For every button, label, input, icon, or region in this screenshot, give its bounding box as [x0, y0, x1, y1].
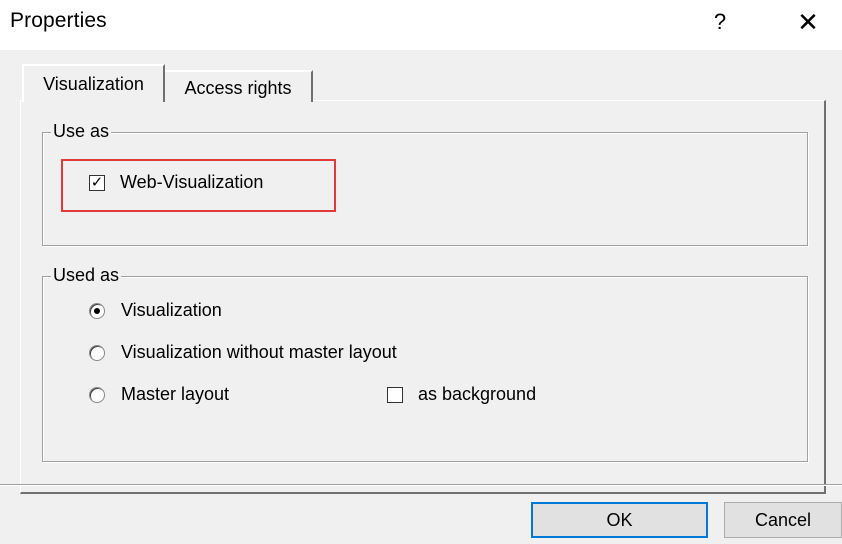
as-background-label: as background — [418, 384, 537, 404]
radio-master-layout[interactable] — [89, 387, 105, 403]
radio-visualization-label: Visualization — [121, 300, 222, 320]
cancel-button[interactable]: Cancel — [724, 502, 842, 538]
web-visualization-label: Web-Visualization — [120, 172, 264, 192]
tab-access-rights[interactable]: Access rights — [165, 70, 313, 102]
help-button[interactable]: ? — [702, 4, 738, 40]
button-separator — [0, 484, 842, 486]
dialog-client-area: Visualization Access rights Use as ✓ Web… — [0, 50, 842, 544]
tab-visualization[interactable]: Visualization — [22, 64, 165, 102]
radio-visualization-without-master[interactable] — [89, 345, 105, 361]
web-visualization-checkbox[interactable]: ✓ — [89, 175, 105, 191]
ok-button[interactable]: OK — [531, 502, 708, 538]
checkmark-icon: ✓ — [90, 174, 104, 191]
as-background-checkbox[interactable] — [387, 387, 403, 403]
radio-visualization[interactable] — [89, 303, 105, 319]
use-as-legend: Use as — [51, 120, 112, 142]
close-icon: ✕ — [797, 7, 819, 37]
radio-master-layout-label: Master layout — [121, 384, 230, 404]
title-bar: Properties ? ✕ — [0, 0, 842, 50]
close-button[interactable]: ✕ — [788, 4, 828, 40]
radio-visualization-without-master-label: Visualization without master layout — [121, 342, 397, 362]
radio-selected-dot — [94, 308, 100, 314]
dialog-title: Properties — [10, 9, 107, 32]
used-as-legend: Used as — [51, 264, 122, 286]
